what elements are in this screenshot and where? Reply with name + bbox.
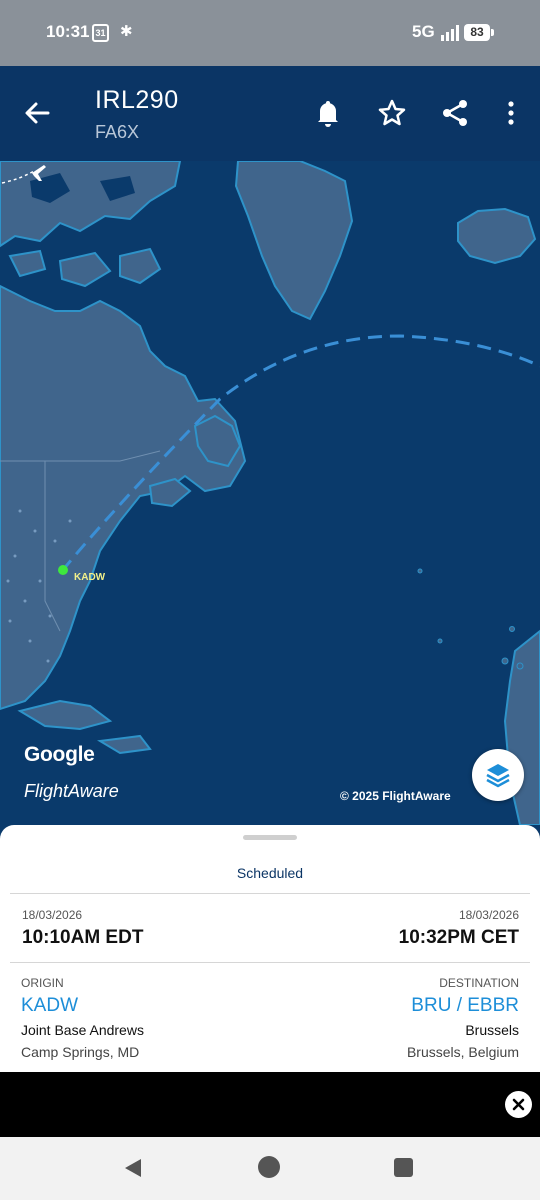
battery-icon: 83 [464, 24, 494, 41]
origin-map-label: KADW [74, 572, 106, 583]
destination-label: DESTINATION [439, 976, 519, 990]
status-time: 10:31 [46, 22, 90, 41]
star-icon[interactable] [375, 96, 409, 130]
nav-recents-icon[interactable] [394, 1158, 413, 1177]
divider [10, 893, 530, 894]
back-arrow-icon[interactable] [20, 96, 54, 130]
origin-code-link[interactable]: KADW [21, 995, 78, 1017]
close-icon [512, 1098, 525, 1111]
nav-back-icon[interactable] [122, 1157, 144, 1179]
flight-status: Scheduled [236, 865, 304, 881]
share-icon[interactable] [438, 96, 472, 130]
flight-details-sheet[interactable]: Scheduled 18/03/2026 18/03/2026 10:10AM … [0, 825, 540, 1072]
bell-icon[interactable] [311, 96, 345, 130]
calendar-icon: 31 [92, 24, 109, 42]
origin-marker [58, 565, 68, 575]
origin-city: Camp Springs, MD [21, 1044, 140, 1060]
landmass-north-america [0, 284, 247, 711]
landmass-greenland [234, 161, 354, 321]
ad-banner[interactable] [0, 1072, 540, 1137]
landmass-iceland [457, 207, 537, 265]
destination-airport-name: Brussels [465, 1022, 519, 1038]
more-vert-icon[interactable] [494, 96, 528, 130]
aircraft-type: FA6X [95, 122, 140, 142]
origin-airport-name: Joint Base Andrews [21, 1022, 144, 1038]
departure-time: 10:10AM EDT [22, 927, 144, 948]
layers-button[interactable] [472, 749, 524, 801]
flight-number: IRL290 [95, 86, 179, 114]
departure-date: 18/03/2026 [22, 908, 83, 922]
divider [10, 962, 530, 963]
bluetooth-icon: ✱ [120, 23, 133, 40]
signal-icon [441, 25, 459, 41]
drag-handle[interactable] [243, 835, 297, 840]
google-logo: Google [24, 743, 95, 766]
layers-icon [486, 764, 510, 788]
system-nav-bar [0, 1137, 540, 1200]
nav-home-icon[interactable] [258, 1156, 280, 1178]
landmass-caribbean [17, 699, 113, 731]
arrival-date: 18/03/2026 [458, 908, 519, 922]
flightaware-logo: FlightAware [24, 781, 119, 801]
status-bar: 10:31 31 ✱ 5G 83 [0, 0, 540, 66]
flightaware-plane-icon [1, 165, 46, 184]
ad-close-button[interactable] [505, 1091, 532, 1118]
app-bar: IRL290 FA6X [0, 66, 540, 161]
map-copyright: © 2025 FlightAware [340, 789, 451, 803]
origin-label: ORIGIN [21, 976, 64, 990]
destination-city: Brussels, Belgium [406, 1044, 519, 1060]
destination-code-link[interactable]: BRU / EBBR [411, 995, 519, 1017]
network-type: 5G [412, 22, 435, 41]
arrival-time: 10:32PM CET [398, 927, 519, 948]
map-canvas [0, 161, 540, 825]
flight-map[interactable]: KADW Google FlightAware © 2025 FlightAwa… [0, 161, 540, 825]
